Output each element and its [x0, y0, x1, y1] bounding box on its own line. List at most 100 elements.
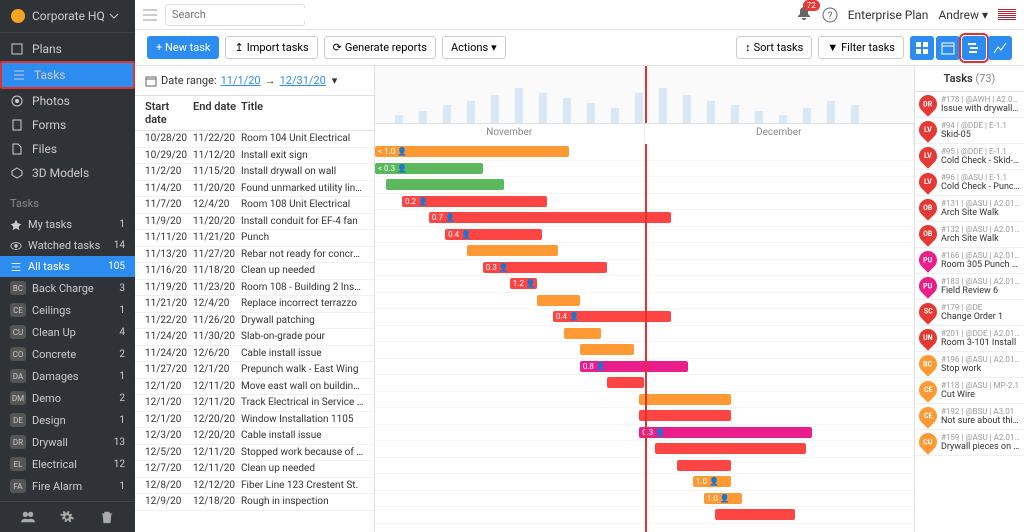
table-row[interactable]: 12/3/2012/20/20Cable install issue	[135, 428, 374, 445]
task-card[interactable]: SC#179 | @DEChange Order 1	[915, 300, 1024, 326]
nav-plans[interactable]: Plans	[0, 37, 135, 61]
table-row[interactable]: 11/11/2011/21/20Punch	[135, 230, 374, 247]
table-row[interactable]: 12/1/2012/11/20Track Electrical in Servi…	[135, 395, 374, 412]
table-row[interactable]: 12/1/2012/11/20Move east wall on buildin…	[135, 379, 374, 396]
table-row[interactable]: 11/9/2011/20/20Install conduit for EF-4 …	[135, 214, 374, 231]
table-row[interactable]: 11/24/2012/6/20Cable install issue	[135, 346, 374, 363]
category-el[interactable]: ELElectrical12	[0, 453, 135, 475]
gantt-bar[interactable]: 0.7 👤	[429, 212, 672, 223]
gantt-bar[interactable]	[607, 377, 645, 388]
menu-icon[interactable]	[143, 8, 157, 22]
table-row[interactable]: 11/4/2011/20/20Found unmarked utility li…	[135, 181, 374, 198]
task-card[interactable]: LV#96 | @ASU | E-1.1Cold Check - Punch l…	[915, 170, 1024, 196]
table-row[interactable]: 11/16/2011/18/20Clean up needed	[135, 263, 374, 280]
gantt-bar[interactable]: 0.4 👤	[445, 229, 542, 240]
table-row[interactable]: 11/27/2012/1/20Prepunch walk - East Wing	[135, 362, 374, 379]
gantt-bar[interactable]	[564, 328, 602, 339]
table-row[interactable]: 12/5/2012/11/20Stopped work because of E…	[135, 445, 374, 462]
date-range-picker[interactable]: Date range: 11/1/20 → 12/31/20 ▾	[135, 66, 374, 96]
table-row[interactable]: 11/24/2011/30/20Slab-on-grade pour	[135, 329, 374, 346]
view-calendar-button[interactable]	[936, 36, 960, 60]
gantt-bar[interactable]	[715, 509, 796, 520]
gantt-bar[interactable]	[386, 179, 505, 190]
generate-reports-button[interactable]: ⟳Generate reports	[324, 36, 436, 59]
import-tasks-button[interactable]: ↥Import tasks	[225, 36, 317, 59]
gantt-bar[interactable]: 1.0 👤	[693, 476, 731, 487]
gantt-bar[interactable]: 0.8 👤	[580, 361, 688, 372]
table-row[interactable]: 11/7/2012/4/20Room 108 Unit Electrical	[135, 197, 374, 214]
actions-menu[interactable]: Actions ▾	[442, 36, 506, 59]
category-fa[interactable]: FAFire Alarm1	[0, 475, 135, 497]
nav-photos[interactable]: Photos	[0, 89, 135, 113]
nav-tasks[interactable]: Tasks	[0, 61, 135, 89]
gantt-bar[interactable]: < 0.3 👤	[375, 163, 483, 174]
filter-tasks-button[interactable]: ▼ Filter tasks	[818, 36, 904, 59]
help-icon[interactable]: ?	[822, 7, 838, 23]
category-cu[interactable]: CUClean Up4	[0, 321, 135, 343]
table-row[interactable]: 11/21/2012/4/20Replace incorrect terrazz…	[135, 296, 374, 313]
col-start[interactable]: Start date	[145, 100, 193, 126]
table-row[interactable]: 11/22/2011/26/20Drywall patching	[135, 313, 374, 330]
table-row[interactable]: 10/28/2011/22/20Room 104 Unit Electrical	[135, 131, 374, 148]
gantt-bar[interactable]	[639, 394, 731, 405]
gantt-bar[interactable]	[655, 443, 806, 454]
category-co[interactable]: COConcrete2	[0, 343, 135, 365]
task-card[interactable]: LV#95 | @DDE | E-1.1Cold Check - Skid-05	[915, 144, 1024, 170]
gantt-bar[interactable]: 1.2 👤	[510, 278, 537, 289]
col-title[interactable]: Title	[241, 100, 364, 126]
category-dr[interactable]: DRDrywall13	[0, 431, 135, 453]
table-row[interactable]: 11/2/2011/15/20Install drywall on wall	[135, 164, 374, 181]
task-card[interactable]: CE#118 | @ASU | MP-2.1Cut Wire	[915, 378, 1024, 404]
search-box[interactable]	[165, 4, 305, 26]
gantt-bar[interactable]: 1.0 👤	[704, 493, 742, 504]
task-card[interactable]: UN#201 | @DDE | A2.01-1Room 3-101 Instal…	[915, 326, 1024, 352]
trash-icon[interactable]	[100, 510, 114, 524]
task-card[interactable]: BC#196 | @ASU | A2.01-1Stop work	[915, 352, 1024, 378]
nav-files[interactable]: Files	[0, 137, 135, 161]
view-gantt-button[interactable]	[962, 36, 986, 60]
table-row[interactable]: 10/29/2011/12/20Install exit sign	[135, 148, 374, 165]
nav-forms[interactable]: Forms	[0, 113, 135, 137]
task-card[interactable]: PU#166 | @ASU | A2.01-1Room 305 Punch In…	[915, 248, 1024, 274]
view-grid-button[interactable]	[910, 36, 934, 60]
gantt-bar[interactable]: 0.4 👤	[553, 311, 672, 322]
sort-tasks-button[interactable]: ↕ Sort tasks	[736, 36, 812, 59]
category-dm[interactable]: DMDemo2	[0, 387, 135, 409]
col-end[interactable]: End date	[193, 100, 241, 126]
table-row[interactable]: 12/1/2012/20/20Window Installation 1105	[135, 412, 374, 429]
quick-all-tasks[interactable]: All tasks105	[0, 256, 135, 277]
table-row[interactable]: 11/13/2011/27/20Rebar not ready for conc…	[135, 247, 374, 264]
gantt-bar[interactable]	[677, 460, 731, 471]
table-row[interactable]: 12/9/2012/18/20Rough in inspection	[135, 494, 374, 511]
search-input[interactable]	[172, 8, 312, 21]
nav-3d-models[interactable]: 3D Models	[0, 161, 135, 185]
new-task-button[interactable]: + New task	[147, 36, 219, 59]
gantt-bar[interactable]: 0.2 👤	[402, 196, 548, 207]
quick-watched-tasks[interactable]: Watched tasks14	[0, 235, 135, 256]
gantt-bar[interactable]	[580, 344, 634, 355]
locale-flag[interactable]	[998, 9, 1016, 21]
category-ce[interactable]: CECeilings1	[0, 299, 135, 321]
category-de[interactable]: DEDesign1	[0, 409, 135, 431]
view-chart-button[interactable]	[988, 36, 1012, 60]
category-da[interactable]: DADamages1	[0, 365, 135, 387]
task-card[interactable]: CU#159 | @ASU | A2.01-1Drywall pieces on…	[915, 430, 1024, 456]
category-bc[interactable]: BCBack Charge3	[0, 277, 135, 299]
quick-my-tasks[interactable]: My tasks1	[0, 214, 135, 235]
table-row[interactable]: 11/19/2011/23/20Room 108 - Building 2 In…	[135, 280, 374, 297]
notifications[interactable]: 72	[796, 5, 812, 24]
table-row[interactable]: 12/8/2012/12/20Fiber Line 123 Crestent S…	[135, 478, 374, 495]
gantt-bar[interactable]: 0.3 👤	[639, 427, 811, 438]
task-card[interactable]: LV#94 | @DDE | E-1.1Skid-05	[915, 118, 1024, 144]
task-card[interactable]: CE#192 | @BSU | A3.01Not sure about this…	[915, 404, 1024, 430]
gantt-overview[interactable]	[375, 66, 914, 124]
task-card[interactable]: OB#132 | @ASU | A2.01-2Arch Site Walk	[915, 222, 1024, 248]
org-switcher[interactable]: Corporate HQ	[0, 0, 135, 33]
date-to[interactable]: 12/31/20	[280, 74, 326, 87]
gantt-bar[interactable]: < 1.0 👤	[375, 146, 569, 157]
gear-icon[interactable]	[60, 510, 74, 524]
task-card[interactable]: PU#183 | @ASU | A2.01-1Field Review 6	[915, 274, 1024, 300]
gantt-bar[interactable]	[537, 295, 580, 306]
gantt-bar[interactable]: 0.3 👤	[483, 262, 607, 273]
date-from[interactable]: 11/1/20	[221, 74, 261, 87]
